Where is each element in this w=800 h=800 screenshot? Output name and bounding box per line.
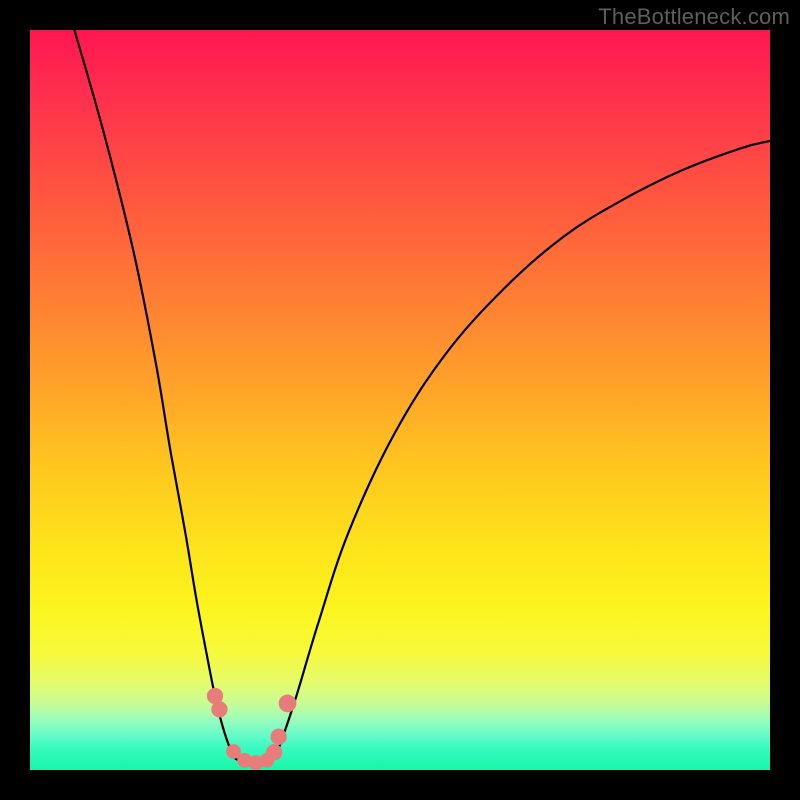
- right-curve: [274, 141, 770, 759]
- plot-area: [30, 30, 770, 770]
- left-curve: [74, 30, 235, 759]
- valley-markers: [207, 688, 297, 770]
- marker-dot: [279, 695, 297, 713]
- chart-frame: TheBottleneck.com: [0, 0, 800, 800]
- chart-svg: [30, 30, 770, 770]
- marker-dot: [266, 744, 282, 760]
- marker-dot: [211, 701, 227, 717]
- marker-dot: [271, 729, 287, 745]
- watermark-text: TheBottleneck.com: [598, 4, 790, 30]
